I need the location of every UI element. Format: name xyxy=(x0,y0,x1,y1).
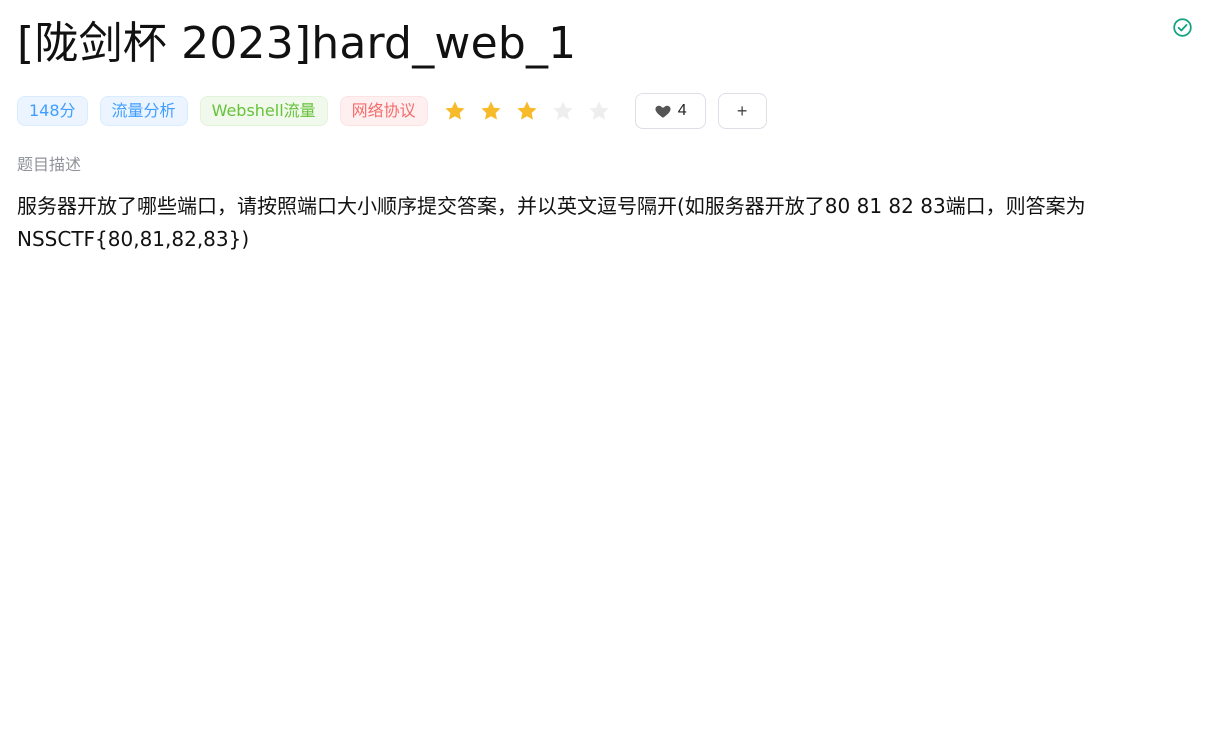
description-label: 题目描述 xyxy=(17,155,82,174)
tag-traffic-analysis[interactable]: 流量分析 xyxy=(99,96,188,126)
star-icon xyxy=(587,99,611,123)
tag-webshell-traffic[interactable]: Webshell流量 xyxy=(199,96,328,126)
difficulty-rating xyxy=(443,99,623,123)
check-circle-icon xyxy=(1173,18,1192,37)
add-button[interactable]: + xyxy=(717,93,767,129)
star-icon xyxy=(551,99,575,123)
heart-icon xyxy=(655,105,671,118)
like-button[interactable]: 4 xyxy=(634,93,706,129)
problem-description: 服务器开放了哪些端口，请按照端口大小顺序提交答案，并以英文逗号隔开(如服务器开放… xyxy=(17,194,1086,251)
problem-title: [陇剑杯 2023]hard_web_1 xyxy=(17,18,577,69)
star-icon xyxy=(479,99,503,123)
tags-row: 148分 流量分析 Webshell流量 网络协议 4 + xyxy=(17,93,767,129)
tag-network-protocol[interactable]: 网络协议 xyxy=(339,96,428,126)
like-count: 4 xyxy=(677,102,687,119)
score-tag: 148分 xyxy=(17,96,88,126)
star-icon xyxy=(443,99,467,123)
star-icon xyxy=(515,99,539,123)
